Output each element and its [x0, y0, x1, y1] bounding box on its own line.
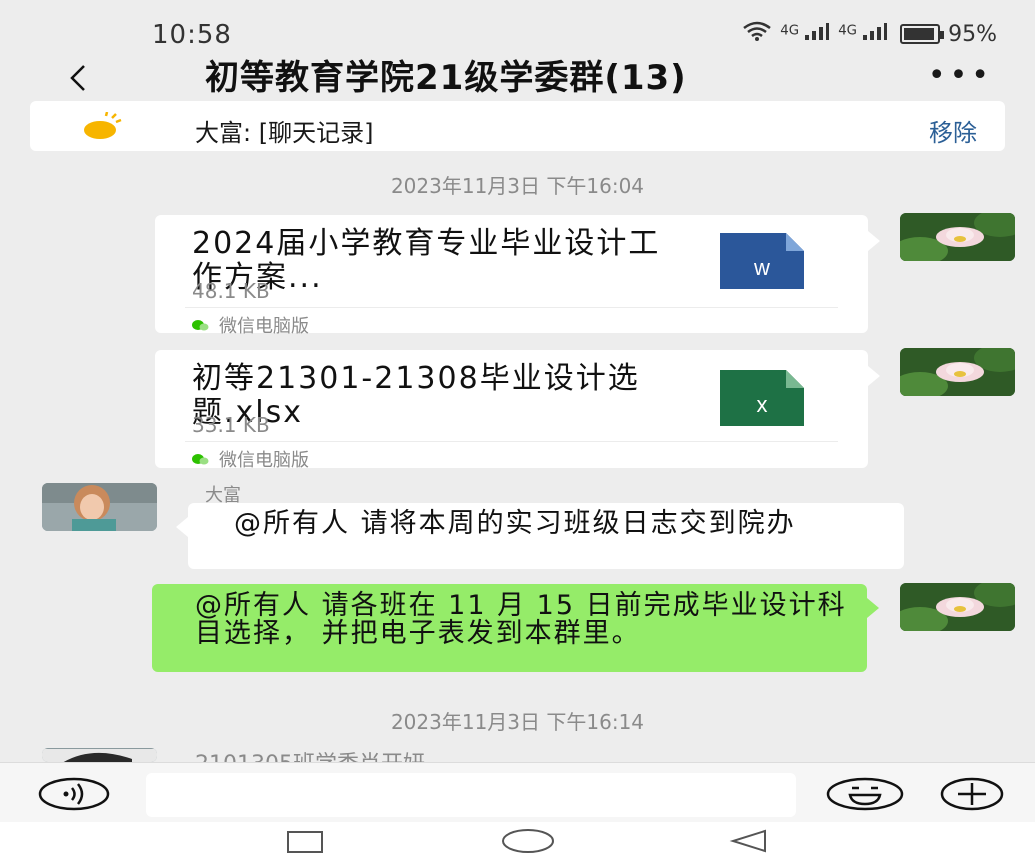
- file-size: 33.1 KB: [192, 413, 270, 437]
- network-type-1: 4G: [780, 23, 800, 39]
- source-label: 微信电脑版: [219, 450, 309, 471]
- wechat-icon: [192, 454, 209, 465]
- status-time: 10:58: [152, 20, 232, 50]
- sender-avatar-partial[interactable]: [42, 748, 157, 762]
- self-avatar[interactable]: [900, 583, 1015, 631]
- signal-icon-1: 4G: [780, 23, 830, 45]
- bubble-arrow: [868, 231, 880, 251]
- emoji-icon[interactable]: [826, 777, 904, 811]
- chat-header: 初等教育学院21级学委群(13) •••: [0, 58, 1035, 98]
- divider: [185, 307, 838, 308]
- system-navigation-bar: [0, 822, 1035, 862]
- file-message-word[interactable]: 2024届小学教育专业毕业设计工作方案... 48.1 KB 微信电脑版 w: [155, 215, 880, 337]
- word-file-icon: w: [720, 233, 804, 289]
- network-type-2: 4G: [838, 23, 857, 39]
- svg-text:x: x: [757, 392, 768, 417]
- chat-title: 初等教育学院21级学委群(13): [205, 58, 687, 98]
- dafu-avatar[interactable]: [42, 483, 157, 531]
- text-message-self[interactable]: @所有人 请各班在 11 月 15 日前完成毕业设计科目选择， 并把电子表发到本…: [152, 584, 879, 672]
- message-text: @所有人 请各班在 11 月 15 日前完成毕业设计科目选择， 并把电子表发到本…: [195, 590, 847, 649]
- back-icon[interactable]: [60, 58, 100, 98]
- signal-icon-2: 4G: [838, 23, 888, 45]
- file-source: 微信电脑版: [191, 446, 309, 472]
- bubble-arrow: [176, 517, 188, 537]
- more-icon[interactable]: •••: [928, 61, 993, 91]
- lotus-image: [900, 348, 1015, 396]
- status-icons: 4G 4G 95%: [742, 20, 997, 48]
- excel-file-icon: x: [720, 370, 804, 426]
- voice-icon[interactable]: [38, 777, 110, 811]
- woman-portrait-image: [42, 483, 157, 531]
- pinned-message-bar[interactable]: 大富: [聊天记录] 移除: [30, 101, 1005, 151]
- file-size: 48.1 KB: [192, 279, 270, 303]
- message-text: @所有人 请将本周的实习班级日志交到院办: [234, 508, 796, 539]
- source-label: 微信电脑版: [219, 316, 309, 337]
- remove-pin-button[interactable]: 移除: [929, 113, 977, 148]
- wifi-icon: [742, 20, 772, 48]
- back-nav-icon[interactable]: [727, 826, 771, 856]
- pinned-text: 大富: [聊天记录]: [195, 119, 374, 147]
- self-avatar[interactable]: [900, 348, 1015, 396]
- battery-icon: [900, 24, 945, 44]
- input-bar: [0, 762, 1035, 822]
- lotus-image: [900, 213, 1015, 261]
- home-icon[interactable]: [500, 826, 556, 856]
- status-bar: 10:58 4G 4G 95%: [0, 0, 1035, 58]
- bubble-arrow: [867, 598, 879, 618]
- timestamp: 2023年11月3日 下午16:04: [390, 174, 645, 198]
- divider: [185, 441, 838, 442]
- pin-icon: [82, 111, 122, 142]
- plus-icon[interactable]: [940, 777, 1004, 811]
- wechat-icon: [192, 320, 209, 331]
- timestamp: 2023年11月3日 下午16:14: [390, 710, 645, 734]
- self-avatar[interactable]: [900, 213, 1015, 261]
- battery-fill: [904, 28, 935, 40]
- message-input[interactable]: [146, 773, 796, 817]
- text-message-dafu[interactable]: @所有人 请将本周的实习班级日志交到院办: [176, 503, 904, 569]
- file-message-excel[interactable]: 初等21301-21308毕业设计选题.xlsx 33.1 KB 微信电脑版 x: [155, 350, 880, 471]
- recent-apps-icon[interactable]: [283, 826, 327, 856]
- file-source: 微信电脑版: [191, 312, 309, 338]
- avatar-image: [42, 749, 157, 762]
- battery-percent: 95%: [948, 21, 997, 47]
- svg-text:w: w: [753, 255, 770, 280]
- lotus-image: [900, 583, 1015, 631]
- bubble-arrow: [868, 366, 880, 386]
